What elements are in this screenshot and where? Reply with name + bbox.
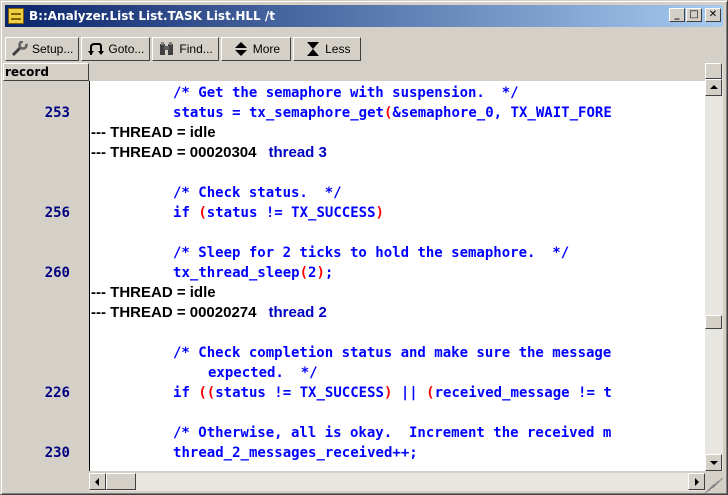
source-line-row[interactable]: 253 status = tx_semaphore_get(&semaphore_… xyxy=(3,103,705,123)
thread-marker-row[interactable]: --- THREAD = 00020274 thread 2 xyxy=(3,303,705,323)
source-line-row[interactable]: 260 tx_thread_sleep(2); xyxy=(3,263,705,283)
more-label: More xyxy=(252,42,281,56)
scroll-right-button[interactable] xyxy=(688,473,705,490)
source-line-row[interactable]: 226 if ((status != TX_SUCCESS) || (receiv… xyxy=(3,383,705,403)
less-label: Less xyxy=(325,42,351,56)
thread-switch-text: --- THREAD = idle xyxy=(91,283,216,303)
source-line-row[interactable]: /* Sleep for 2 ticks to hold the semapho… xyxy=(3,243,705,263)
blank-row xyxy=(3,323,705,343)
highlighted-paren: ( xyxy=(383,105,393,121)
highlighted-paren: ( xyxy=(206,385,216,401)
grip-mark-2 xyxy=(708,480,719,492)
highlighted-paren: ) xyxy=(375,205,384,221)
scroll-down-button[interactable] xyxy=(705,454,722,471)
source-line-row[interactable]: expected. */ xyxy=(3,363,705,383)
hourglass-icon xyxy=(304,41,322,57)
minimize-button[interactable]: _ xyxy=(669,8,685,22)
goto-button[interactable]: Goto... xyxy=(81,37,151,61)
vertical-scroll-header-cap xyxy=(705,63,722,79)
thread-marker-row[interactable]: --- THREAD = idle xyxy=(3,123,705,143)
thread-id: --- THREAD = 00020274 xyxy=(91,304,257,321)
less-button[interactable]: Less xyxy=(293,37,362,61)
up-down-arrow-icon xyxy=(232,41,250,57)
line-number: 256 xyxy=(44,205,70,221)
arrow-down-icon xyxy=(710,461,718,465)
thread-switch-text: --- THREAD = idle xyxy=(91,123,216,143)
listing-area[interactable]: /* Get the semaphore with suspension. */… xyxy=(3,81,705,471)
goto-arrow-icon xyxy=(87,41,105,57)
line-number: 230 xyxy=(44,445,70,461)
source-line-row[interactable]: 230 thread_2_messages_received++; xyxy=(3,443,705,463)
source-line-row[interactable]: /* Check completion status and make sure… xyxy=(3,343,705,363)
thread-name: thread 3 xyxy=(268,144,327,161)
analyzer-window: B::Analyzer.List List.TASK List.HLL /t _… xyxy=(0,0,728,495)
wrench-icon xyxy=(11,40,29,57)
binoculars-icon xyxy=(158,41,176,57)
source-comment: /* Check status. */ xyxy=(173,185,342,201)
line-number: 253 xyxy=(44,105,70,121)
thread-name: thread 2 xyxy=(268,304,327,321)
thread-marker-row[interactable]: --- THREAD = idle xyxy=(3,283,705,303)
line-number: 260 xyxy=(44,265,70,281)
arrow-up-icon xyxy=(710,85,718,89)
highlighted-paren: ) xyxy=(316,265,325,281)
source-code: status = tx_semaphore_get(&semaphore_0, … xyxy=(173,105,612,121)
highlighted-paren: ( xyxy=(198,385,207,401)
thread-switch-text: --- THREAD = 00020274 thread 2 xyxy=(91,303,327,323)
toolbar: Setup... Goto... Find... More Less xyxy=(5,37,363,61)
source-comment: /* Sleep for 2 ticks to hold the semapho… xyxy=(173,245,570,261)
blank-row xyxy=(3,223,705,243)
window-title: B::Analyzer.List List.TASK List.HLL /t xyxy=(29,9,275,23)
source-code: if ((status != TX_SUCCESS) || (received_… xyxy=(173,385,612,401)
arrow-left-icon xyxy=(95,478,99,486)
find-label: Find... xyxy=(179,42,213,56)
blank-row xyxy=(3,163,705,183)
scroll-up-button[interactable] xyxy=(705,79,722,96)
app-list-icon xyxy=(8,8,24,24)
highlighted-paren: ( xyxy=(426,385,435,401)
source-line-row[interactable]: /* Get the semaphore with suspension. */ xyxy=(3,83,705,103)
resize-grip[interactable] xyxy=(704,473,723,495)
goto-label: Goto... xyxy=(108,42,145,56)
horizontal-scroll-thumb[interactable] xyxy=(106,473,136,490)
highlighted-paren: ) xyxy=(383,385,393,401)
record-column-header[interactable]: record xyxy=(3,63,89,81)
source-line-row[interactable]: /* Check status. */ xyxy=(3,183,705,203)
horizontal-scrollbar[interactable] xyxy=(89,473,705,491)
vertical-scrollbar[interactable] xyxy=(705,63,723,471)
line-number: 226 xyxy=(44,385,70,401)
source-line-row[interactable]: /* Otherwise, all is okay. Increment the… xyxy=(3,423,705,443)
scroll-left-button[interactable] xyxy=(89,473,106,490)
thread-switch-text: --- THREAD = 00020304 thread 3 xyxy=(91,143,327,163)
column-header-filler xyxy=(89,63,705,81)
vertical-scroll-thumb[interactable] xyxy=(705,315,722,329)
source-comment: /* Get the semaphore with suspension. */ xyxy=(173,85,519,101)
highlighted-paren: ( xyxy=(299,265,308,281)
source-line-row[interactable]: 256 if (status != TX_SUCCESS) xyxy=(3,203,705,223)
thread-marker-row[interactable]: --- THREAD = 00020304 thread 3 xyxy=(3,143,705,163)
grip-mark-3 xyxy=(704,483,715,495)
arrow-right-icon xyxy=(695,478,699,486)
source-code: if (status != TX_SUCCESS) xyxy=(173,205,384,221)
thread-id: --- THREAD = idle xyxy=(91,284,216,301)
setup-button[interactable]: Setup... xyxy=(5,37,80,61)
setup-label: Setup... xyxy=(32,42,74,56)
source-comment: expected. */ xyxy=(208,365,318,381)
source-comment: /* Check completion status and make sure… xyxy=(173,345,612,361)
blank-row xyxy=(3,403,705,423)
thread-id: --- THREAD = idle xyxy=(91,124,216,141)
maximize-button[interactable]: □ xyxy=(686,8,702,22)
close-button[interactable]: ✕ xyxy=(705,8,721,22)
more-button[interactable]: More xyxy=(220,37,292,61)
find-button[interactable]: Find... xyxy=(152,37,219,61)
source-code: tx_thread_sleep(2); xyxy=(173,265,334,281)
source-code: thread_2_messages_received++; xyxy=(173,445,418,461)
highlighted-paren: ( xyxy=(198,205,207,221)
thread-id: --- THREAD = 00020304 xyxy=(91,144,257,161)
title-bar[interactable]: B::Analyzer.List List.TASK List.HLL /t _… xyxy=(5,5,723,27)
window-controls: _ □ ✕ xyxy=(668,8,721,22)
source-comment: /* Otherwise, all is okay. Increment the… xyxy=(173,425,612,441)
